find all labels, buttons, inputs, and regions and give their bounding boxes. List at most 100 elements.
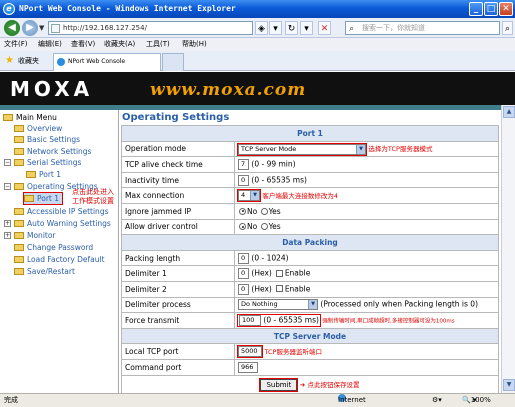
allow-driver-label: Allow driver control (121, 218, 235, 236)
menu-help[interactable]: 帮助(H) (182, 38, 207, 51)
operation-mode-select[interactable]: TCP Server Mode ▼ (237, 142, 367, 156)
folder-icon (14, 208, 24, 215)
tree-item-accessible-ip[interactable]: Accessible IP Settings (14, 206, 108, 217)
address-dropdown-icon[interactable]: ▾ (269, 21, 282, 35)
delimiter-process-label: Delimiter process (121, 296, 235, 314)
tree-item-serial-port1[interactable]: Port 1 (26, 169, 61, 180)
ignore-jammed-label: Ignore jammed IP (121, 202, 235, 220)
tree-root[interactable]: Main Menu (3, 112, 57, 123)
menu-tree: Main Menu Overview Basic Settings Networ… (0, 110, 119, 393)
protected-mode-icon[interactable]: ⚙▾ (432, 394, 442, 407)
tree-item-load-factory-default[interactable]: Load Factory Default (14, 254, 105, 265)
tree-item-overview[interactable]: Overview (14, 123, 62, 134)
tree-annotation: 点击此处进入 工作模式设置 (72, 188, 114, 206)
tree-item-label: Network Settings (27, 147, 92, 156)
tree-item-label: Overview (27, 124, 63, 133)
scroll-up-icon[interactable]: ▲ (503, 106, 515, 118)
ignore-jammed-yes-radio[interactable] (260, 207, 268, 215)
compatibility-icon[interactable]: ◈ (255, 21, 268, 35)
local-tcp-port-input[interactable]: 5000 (237, 345, 263, 359)
force-transmit-label: Force transmit (121, 312, 235, 329)
folder-icon (14, 159, 24, 166)
minimize-button[interactable]: _ (469, 2, 483, 16)
force-transmit-input[interactable]: 100 (239, 314, 261, 326)
tree-root-label: Main Menu (16, 113, 57, 122)
radio-label: Yes (268, 222, 281, 232)
menu-tools[interactable]: 工具(T) (146, 38, 170, 51)
checkbox-label: Enable (284, 284, 311, 294)
search-button[interactable]: ⌕ (502, 21, 513, 35)
inactivity-input[interactable]: 0 (238, 174, 249, 186)
tree-item-label: Basic Settings (27, 135, 81, 144)
history-dropdown-icon[interactable]: ▼ (39, 24, 44, 32)
title-bar: e NPort Web Console - Windows Internet E… (0, 0, 515, 18)
tcp-alive-input[interactable]: 7 (238, 158, 249, 170)
close-button[interactable]: ✕ (499, 2, 513, 16)
select-value: 4 (241, 191, 246, 200)
tab-favicon-icon (57, 58, 65, 66)
folder-icon (3, 114, 13, 121)
refresh-icon[interactable]: ↻ (285, 21, 298, 35)
address-bar[interactable]: http://192.168.127.254/ (48, 21, 253, 35)
search-input[interactable]: ⌕ 搜索一下，你就知道 (345, 21, 500, 35)
tree-item-basic-settings[interactable]: Basic Settings (14, 134, 80, 145)
browser-tab[interactable]: NPort Web Console (53, 53, 161, 71)
tree-item-change-password[interactable]: Change Password (14, 242, 93, 253)
annotation-line: 工作模式设置 (72, 197, 114, 205)
allow-driver-no-radio[interactable] (239, 223, 246, 231)
tree-item-operating-port1[interactable]: Port 1 (22, 192, 64, 205)
command-port-input[interactable]: 966 (238, 361, 258, 373)
checkbox-label: Enable (284, 268, 311, 278)
collapse-toggle-icon[interactable]: − (4, 159, 11, 166)
zoom-value: 100% (470, 396, 491, 404)
new-tab-button[interactable] (162, 53, 184, 71)
max-connection-select[interactable]: 4 ▼ (237, 189, 261, 203)
delimiter2-input[interactable]: 0 (238, 283, 249, 295)
folder-icon (14, 183, 24, 190)
tree-item-auto-warning[interactable]: Auto Warning Settings (14, 218, 111, 229)
operation-mode-label: Operation mode (121, 140, 235, 158)
tree-item-monitor[interactable]: Monitor (14, 230, 56, 241)
address-text: http://192.168.127.254/ (63, 24, 147, 32)
search-icon: ⌕ (349, 24, 355, 34)
menu-file[interactable]: 文件(F) (4, 38, 28, 51)
tree-item-network-settings[interactable]: Network Settings (14, 146, 91, 157)
maximize-button[interactable]: □ (484, 2, 498, 16)
delimiter-process-select[interactable]: Do Nothing ▼ (238, 299, 318, 311)
submit-button[interactable]: Submit (259, 378, 299, 392)
menu-edit[interactable]: 编辑(E) (38, 38, 62, 51)
folder-icon (14, 220, 24, 227)
collapse-toggle-icon[interactable]: − (4, 183, 11, 190)
refresh-dropdown-icon[interactable]: ▾ (300, 21, 313, 35)
scroll-down-icon[interactable]: ▼ (503, 379, 515, 391)
ignore-jammed-no-radio[interactable] (239, 207, 246, 215)
delimiter1-enable-checkbox[interactable] (275, 269, 283, 277)
back-button[interactable]: ◀ (4, 20, 20, 36)
annotation-line: 点击此处进入 (72, 188, 114, 196)
section-data-packing: Data Packing (121, 234, 499, 251)
force-transmit-note: 强制传输时间,串口成帧超时,多接控制器可设为100ms (322, 318, 455, 325)
menu-favorites[interactable]: 收藏夹(A) (104, 38, 135, 51)
favorites-button[interactable]: ★ 收藏夹 (3, 54, 48, 68)
favorites-bar: ★ 收藏夹 NPort Web Console (0, 51, 515, 71)
tree-item-save-restart[interactable]: Save/Restart (14, 266, 75, 277)
packing-length-input[interactable]: 0 (238, 252, 249, 264)
delimiter2-enable-checkbox[interactable] (275, 285, 283, 293)
stop-icon[interactable]: ✕ (318, 21, 331, 35)
folder-icon (24, 195, 34, 202)
tree-item-serial-settings[interactable]: Serial Settings (14, 157, 81, 168)
expand-toggle-icon[interactable]: + (4, 232, 11, 239)
delimiter1-input[interactable]: 0 (238, 268, 249, 280)
packing-length-hint: (0 - 1024) (251, 253, 289, 263)
radio-label: No (247, 222, 258, 232)
zoom-control[interactable]: 🔍 100% ▾ (462, 394, 491, 407)
expand-toggle-icon[interactable]: + (4, 220, 11, 227)
ie-logo-icon: e (3, 3, 15, 15)
vertical-scrollbar[interactable]: ▲ ▼ (501, 105, 515, 393)
operation-mode-note: 选择为TCP服务器模式 (368, 145, 433, 154)
allow-driver-yes-radio[interactable] (260, 223, 268, 231)
menu-view[interactable]: 查看(V) (71, 38, 95, 51)
page-title: Operating Settings (122, 112, 230, 123)
forward-button[interactable]: ▶ (22, 20, 38, 36)
menu-bar: 文件(F) 编辑(E) 查看(V) 收藏夹(A) 工具(T) 帮助(H) (0, 38, 515, 51)
